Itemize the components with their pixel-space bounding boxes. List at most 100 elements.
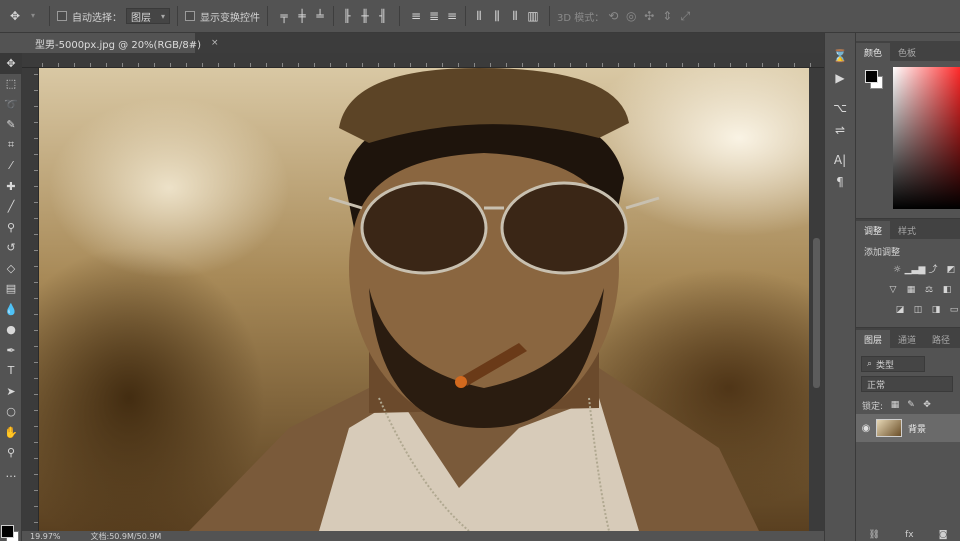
ruler-tick: [506, 63, 507, 67]
canvas-vertical-scrollbar[interactable]: [809, 68, 824, 531]
actions-panel-icon[interactable]: ▶: [825, 67, 855, 89]
auto-select-target-dropdown[interactable]: 图层 ▾: [126, 8, 171, 24]
lock-image-pixels-icon[interactable]: ✎: [903, 398, 919, 412]
brushes-panel-icon[interactable]: ⇌: [825, 119, 855, 141]
distribute-vertical-center-icon[interactable]: ≣: [425, 7, 443, 25]
layer-filter-dropdown[interactable]: ⌕ 类型: [861, 356, 925, 372]
ruler-tick: [794, 63, 795, 67]
tab-layers[interactable]: 图层: [856, 330, 891, 348]
ruler-tick: [34, 378, 38, 379]
document-size-info: 文档:50.9M/50.9M: [90, 531, 162, 541]
posterize-icon[interactable]: ◫: [909, 303, 927, 317]
distribute-left-icon[interactable]: ⫴: [470, 7, 488, 25]
path-selection-icon[interactable]: ➤: [0, 381, 22, 402]
vibrance-icon[interactable]: ▽: [884, 283, 902, 297]
black-white-icon[interactable]: ◧: [938, 283, 956, 297]
curves-icon[interactable]: ⤴: [924, 263, 942, 277]
brush-icon[interactable]: ╱: [0, 197, 22, 218]
move-tool-icon[interactable]: ✥: [6, 7, 24, 25]
ellipse-tool-icon[interactable]: ○: [0, 402, 22, 423]
brush-settings-icon[interactable]: ⌥: [825, 97, 855, 119]
layer-style-icon[interactable]: fx: [905, 530, 914, 540]
blend-mode-dropdown[interactable]: 正常: [861, 376, 953, 392]
foreground-color-swatch[interactable]: [1, 525, 14, 538]
3d-scale-icon[interactable]: ⤢: [676, 7, 694, 25]
exposure-icon[interactable]: ◩: [942, 263, 960, 277]
foreground-color-swatch[interactable]: [865, 70, 878, 83]
threshold-icon[interactable]: ◨: [927, 303, 945, 317]
dodge-icon[interactable]: ●: [0, 320, 22, 341]
invert-icon[interactable]: ◪: [891, 303, 909, 317]
crop-icon[interactable]: ⌗: [0, 135, 22, 156]
align-right-icon[interactable]: ╢: [374, 7, 392, 25]
align-top-icon[interactable]: ╤: [275, 7, 293, 25]
distribute-horizontal-center-icon[interactable]: ⫼: [488, 7, 506, 25]
link-layers-icon[interactable]: ⛓: [869, 530, 880, 540]
color-balance-icon[interactable]: ⚖: [920, 283, 938, 297]
align-vertical-center-icon[interactable]: ╪: [293, 7, 311, 25]
close-icon[interactable]: ×: [211, 38, 219, 48]
history-brush-icon[interactable]: ↺: [0, 238, 22, 259]
align-horizontal-center-icon[interactable]: ╫: [356, 7, 374, 25]
rectangular-marquee-icon[interactable]: ⬚: [0, 74, 22, 95]
ruler-tick: [442, 63, 443, 67]
blur-icon[interactable]: 💧: [0, 299, 22, 320]
type-tool-icon[interactable]: T: [0, 361, 22, 382]
tab-adjustments[interactable]: 调整: [856, 221, 891, 239]
paragraph-panel-icon[interactable]: ¶: [825, 171, 855, 193]
eraser-icon[interactable]: ◇: [0, 258, 22, 279]
scrollbar-thumb[interactable]: [813, 238, 820, 388]
eyedropper-icon[interactable]: ⁄: [0, 156, 22, 177]
ruler-tick: [810, 63, 811, 67]
gradient-icon[interactable]: ▤: [0, 279, 22, 300]
3d-slide-icon[interactable]: ⇕: [658, 7, 676, 25]
tab-channels[interactable]: 通道: [890, 330, 924, 348]
hand-tool-icon[interactable]: ✋: [0, 422, 22, 443]
brightness-contrast-icon[interactable]: ☼: [888, 263, 906, 277]
history-panel-icon[interactable]: ⌛: [825, 45, 855, 67]
show-transform-controls-checkbox[interactable]: [185, 11, 196, 21]
ruler-tick: [34, 314, 38, 315]
auto-align-layers-icon[interactable]: ▥: [524, 7, 542, 25]
ruler-tick: [490, 63, 491, 67]
tab-swatches[interactable]: 色板: [890, 43, 924, 61]
character-panel-icon[interactable]: A|: [825, 149, 855, 171]
zoom-tool-icon[interactable]: ⚲: [0, 443, 22, 464]
healing-brush-icon[interactable]: ✚: [0, 176, 22, 197]
3d-roll-icon[interactable]: ◎: [622, 7, 640, 25]
gradient-map-icon[interactable]: ▭: [945, 303, 960, 317]
3d-orbit-icon[interactable]: ⟲: [604, 7, 622, 25]
levels-icon[interactable]: ▁▃▆: [905, 263, 926, 277]
ruler-tick: [314, 63, 315, 67]
auto-select-checkbox[interactable]: [57, 11, 67, 21]
distribute-top-icon[interactable]: ≡: [407, 7, 425, 25]
ruler-tick: [170, 63, 171, 67]
lock-position-icon[interactable]: ✥: [919, 398, 935, 412]
align-left-icon[interactable]: ╟: [338, 7, 356, 25]
distribute-right-icon[interactable]: ⫴: [506, 7, 524, 25]
align-bottom-icon[interactable]: ╧: [311, 7, 329, 25]
move-tool-icon[interactable]: ✥: [0, 53, 22, 74]
3d-drag-icon[interactable]: ✣: [640, 7, 658, 25]
color-picker-field[interactable]: [893, 67, 960, 209]
tab-color[interactable]: 颜色: [856, 43, 891, 61]
tab-styles[interactable]: 样式: [890, 221, 924, 239]
add-mask-icon[interactable]: ◙: [939, 530, 948, 540]
lasso-icon[interactable]: ➰: [0, 94, 22, 115]
hue-saturation-icon[interactable]: ▦: [902, 283, 920, 297]
more-tools-icon[interactable]: …: [0, 463, 22, 484]
quick-selection-icon[interactable]: ✎: [0, 115, 22, 136]
zoom-level[interactable]: 19.97%: [30, 532, 61, 541]
color-panel-tabs: 颜色 色板: [856, 41, 960, 61]
document-tab[interactable]: 型男-5000px.jpg @ 20%(RGB/8#) ×: [29, 33, 219, 53]
distribute-bottom-icon[interactable]: ≡: [443, 7, 461, 25]
layer-row-background[interactable]: ◉ 背景: [856, 414, 960, 442]
collapsed-panel-strip: ⌛ ▶ ⌥ ⇌ A| ¶: [824, 33, 856, 541]
document-canvas-image[interactable]: [39, 68, 809, 531]
eye-icon[interactable]: ◉: [856, 423, 876, 434]
clone-stamp-icon[interactable]: ⚲: [0, 217, 22, 238]
tool-preset-chevron-icon[interactable]: ▾: [24, 7, 42, 25]
pen-icon[interactable]: ✒: [0, 340, 22, 361]
lock-transparent-pixels-icon[interactable]: ▦: [887, 398, 903, 412]
tab-paths[interactable]: 路径: [924, 330, 958, 348]
